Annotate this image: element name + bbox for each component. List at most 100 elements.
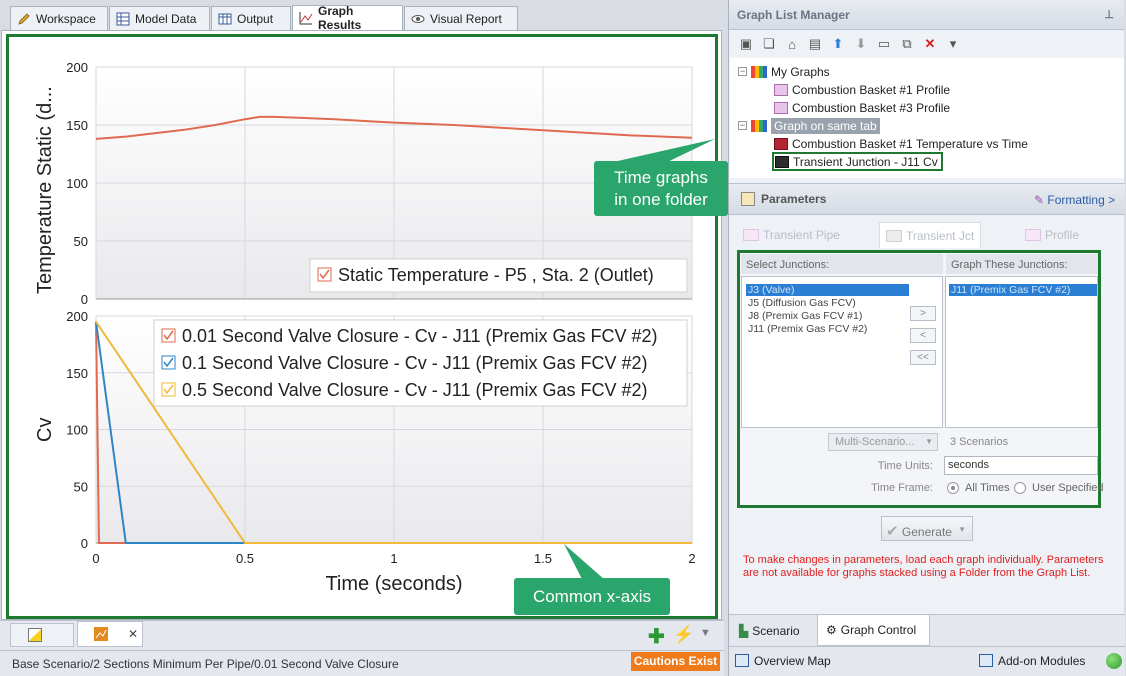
y-tick-label: 50 (74, 234, 88, 249)
tab-visual-report[interactable]: Visual Report (404, 6, 518, 30)
chevron-down-icon: ▼ (958, 525, 966, 534)
graph-doc-tab-2[interactable]: ✕ (77, 621, 143, 647)
x-tick-label: 2 (688, 551, 695, 566)
graph-doc-tab-1[interactable] (10, 623, 74, 647)
list-item[interactable]: J11 (Premix Gas FCV #2) (949, 284, 1097, 296)
save-graph-icon[interactable]: ▤ (806, 35, 824, 53)
folder-icon (751, 65, 767, 78)
x-tick-label: 1 (390, 551, 397, 566)
scenario-count: 3 Scenarios (950, 436, 1009, 448)
x-axis-label: Time (seconds) (325, 573, 462, 595)
tree-item[interactable]: Combustion Basket #3 Profile (774, 99, 950, 116)
callout-line: Time graphs (614, 168, 708, 187)
parameters-header: Parameters ✎ Formatting > (729, 183, 1125, 215)
graph-list-manager-pane: Graph List Manager ⊥ ▣ ❏ ⌂ ▤ ⬆ ⬇ ▭ ⧉ ✕ ▾… (728, 0, 1125, 676)
list-item[interactable]: J8 (Premix Gas FCV #1) (748, 310, 862, 322)
tab-graph-control[interactable]: ⚙ Graph Control (817, 615, 930, 646)
status-indicator-icon (1106, 653, 1122, 669)
remove-all-button[interactable]: << (910, 350, 936, 365)
open-graph-icon[interactable]: ▣ (737, 35, 755, 53)
status-text: Base Scenario/2 Sections Minimum Per Pip… (12, 656, 399, 671)
tree-item[interactable]: Combustion Basket #1 Temperature vs Time (774, 135, 1028, 152)
user-specified-label: User Specified (1032, 482, 1104, 494)
addon-label: Add-on Modules (998, 654, 1086, 668)
more-options-icon[interactable]: ▾ (944, 35, 962, 53)
y-axis-label-top: Temperature Static (d... (34, 86, 56, 294)
chevron-down-icon: ▼ (925, 437, 933, 446)
remove-junction-button[interactable]: < (910, 328, 936, 343)
tree-label: Combustion Basket #1 Profile (792, 82, 951, 97)
time-units-label: Time Units: (877, 460, 933, 472)
close-icon[interactable]: ✕ (128, 627, 138, 641)
formatting-link[interactable]: ✎ Formatting > (1034, 193, 1115, 207)
glm-title: Graph List Manager (737, 7, 850, 22)
collapse-icon[interactable]: − (738, 67, 747, 76)
tree-item[interactable]: Combustion Basket #1 Profile (774, 81, 950, 98)
overview-map-button[interactable]: Overview Map (735, 654, 831, 668)
y-tick-label: 50 (74, 479, 88, 494)
new-folder-icon[interactable]: ⌂ (783, 35, 801, 53)
graph-icon (774, 101, 788, 114)
graph-icon (299, 11, 313, 25)
glm-header: Graph List Manager ⊥ (729, 0, 1124, 30)
y-axis-label-bottom: Cv (34, 418, 56, 442)
tree-label: Transient Junction - J11 Cv (793, 154, 938, 169)
list-item[interactable]: J3 (Valve) (746, 284, 909, 296)
delete-icon[interactable]: ✕ (921, 35, 939, 53)
tree-folder-graph-on-same-tab[interactable]: − Graph on same tab (738, 117, 880, 134)
addon-modules-button[interactable]: Add-on Modules (979, 654, 1085, 668)
legend-top: Static Temperature - P5 , Sta. 2 (Outlet… (309, 258, 688, 293)
parameters-warning: To make changes in parameters, load each… (743, 554, 1104, 579)
tab-workspace[interactable]: Workspace (10, 6, 108, 30)
add-graph-icon[interactable]: ✚ (648, 624, 665, 649)
tab-output[interactable]: Output (211, 6, 291, 30)
add-junction-button[interactable]: > (910, 306, 936, 321)
time-frame-label: Time Frame: (871, 482, 933, 494)
subtab-profile[interactable]: Profile (1019, 222, 1086, 248)
all-times-radio[interactable] (947, 482, 959, 494)
legend-entry: Static Temperature - P5 , Sta. 2 (Outlet… (338, 265, 654, 285)
arrow-down-icon[interactable]: ⬇ (852, 35, 870, 53)
multi-scenario-dropdown[interactable]: Multi-Scenario... ▼ (828, 433, 938, 451)
callout-line: in one folder (614, 190, 708, 209)
workspace-thumb-icon (28, 628, 42, 642)
callout-time-graphs: Time graphs in one folder (594, 161, 728, 216)
stack-icon[interactable]: ❏ (760, 35, 778, 53)
copy-icon[interactable]: ⧉ (898, 35, 916, 53)
graph-doc-tabbar: ✕ ✚ ⚡ ▼ (0, 620, 724, 650)
pin-icon[interactable]: ⊥ (1104, 8, 1114, 21)
formatting-icon: ✎ (1034, 193, 1045, 207)
time-units-input[interactable]: seconds (944, 456, 1098, 475)
parameters-title: Parameters (761, 192, 827, 206)
map-icon (735, 654, 749, 667)
user-specified-radio[interactable] (1014, 482, 1026, 494)
eye-icon (411, 12, 425, 26)
subtab-transient-pipe[interactable]: Transient Pipe (737, 222, 846, 248)
cautions-badge[interactable]: Cautions Exist (631, 652, 720, 671)
scenario-icon: ▙ (739, 624, 749, 638)
y-tick-label: 150 (66, 118, 88, 133)
graph-junctions-list[interactable]: J11 (Premix Gas FCV #2) (945, 276, 1098, 428)
list-item[interactable]: J11 (Premix Gas FCV #2) (748, 323, 867, 335)
collapse-icon[interactable]: − (738, 121, 747, 130)
chevron-down-icon[interactable]: ▼ (700, 627, 711, 639)
stacked-graph-area: 200 150 100 50 0 200 150 100 50 0 0 0.5 1 1.5 2 Tempe… (6, 34, 718, 619)
rename-icon[interactable]: ▭ (875, 35, 893, 53)
callout-common-axis: Common x-axis (514, 578, 670, 615)
subtab-transient-jct[interactable]: Transient Jct (879, 222, 982, 248)
graph-icon (886, 229, 902, 242)
all-times-label: All Times (965, 482, 1010, 494)
subtab-label: Transient Pipe (763, 228, 840, 242)
arrow-up-icon[interactable]: ⬆ (829, 35, 847, 53)
subtab-label: Transient Jct (906, 228, 975, 243)
tree-item-selected[interactable]: Transient Junction - J11 Cv (772, 152, 943, 171)
tab-model-data[interactable]: Model Data (109, 6, 210, 30)
status-bar: Base Scenario/2 Sections Minimum Per Pip… (0, 650, 724, 676)
tab-scenario[interactable]: ▙ Scenario (734, 617, 811, 645)
tree-folder-my-graphs[interactable]: − My Graphs (738, 63, 830, 80)
lightning-icon[interactable]: ⚡ (673, 625, 694, 645)
tab-graph-results[interactable]: Graph Results (292, 4, 403, 32)
generate-button[interactable]: ✔ Generate ▼ (881, 516, 973, 541)
y-tick-label: 0 (81, 292, 88, 307)
list-item[interactable]: J5 (Diffusion Gas FCV) (748, 297, 856, 309)
